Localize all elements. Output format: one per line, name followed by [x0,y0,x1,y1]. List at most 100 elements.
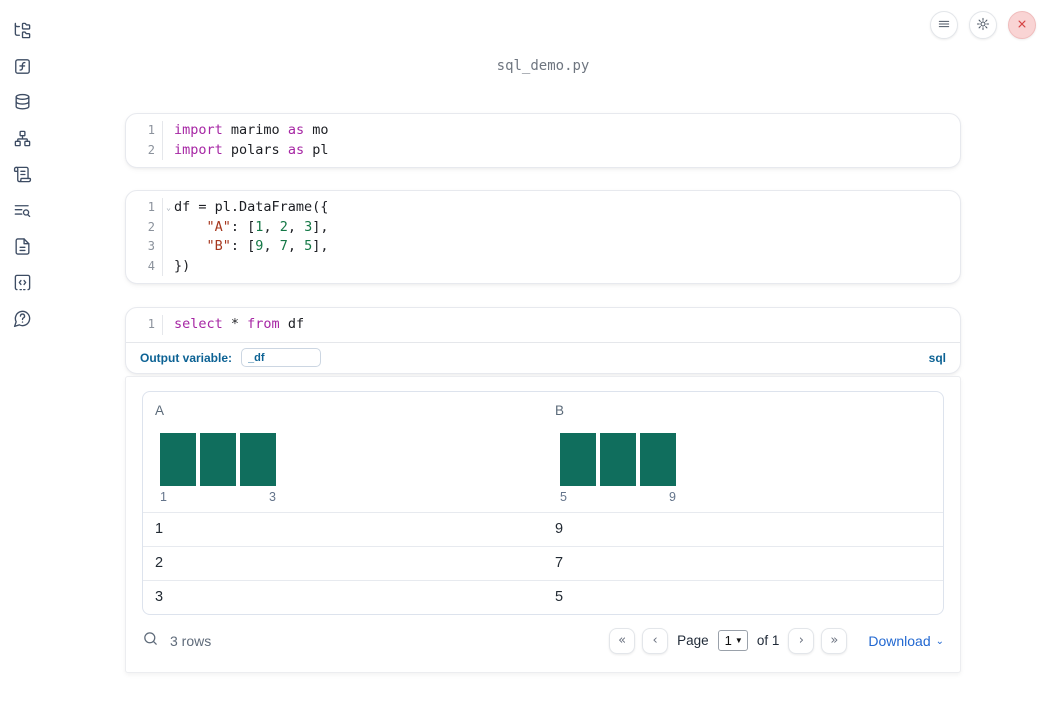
page-select-value: 1 [724,633,732,648]
sidebar-item-documentation[interactable] [4,230,40,266]
help-icon [13,309,32,331]
line-number: 1 [147,123,155,137]
table-row[interactable]: 35 [143,579,943,614]
line-number: 2 [147,142,155,157]
table-cell: 9 [555,520,564,537]
last-page-button[interactable]: » [821,627,848,654]
output-variable-input[interactable] [241,348,322,367]
notebook: sql_demo.py 1 2 import marimo as mo import… [125,0,961,673]
sidebar-item-functions[interactable] [4,50,40,86]
code-line[interactable]: }) [174,257,960,277]
axis-tick-label: 1 [160,489,167,504]
sidebar-item-file-tree[interactable] [4,14,40,50]
database-icon [13,93,32,115]
download-button[interactable]: Download ⌄ [868,633,944,649]
sidebar-item-datasources[interactable] [4,86,40,122]
first-page-button[interactable]: « [609,627,636,654]
histogram-bar [200,432,236,486]
line-number-gutter: 1 ⌄ 2 3 4 [126,198,171,276]
next-page-button[interactable]: › [788,627,815,654]
table-cell: 1 [155,520,164,537]
line-number-gutter: 1 [126,315,163,335]
code-line[interactable]: df = pl.DataFrame({ [174,198,960,218]
row-count-label: 3 rows [170,632,212,649]
table-footer: 3 rows « ‹ Page 1 ▼ of 1 › » Download ⌄ [126,615,960,656]
table-cell: 5 [555,588,564,605]
page-select[interactable]: 1 ▼ [717,630,748,651]
chevron-left-icon: ‹ [652,633,658,648]
line-number: 1 [147,317,155,331]
code-cell-imports: 1 2 import marimo as mo import polars as p… [125,113,961,168]
histogram-axis-labels: 59 [560,490,676,504]
histogram-axis-labels: 13 [160,490,276,504]
sql-cell: 1 select * from df Output variable: sql [125,307,961,374]
language-tag[interactable]: sql [929,351,946,365]
sidebar [0,0,44,338]
code-line[interactable]: import polars as pl [174,141,960,161]
search-icon [142,630,159,652]
column-name[interactable]: B [555,403,931,418]
notebook-filename: sql_demo.py [496,58,590,74]
code-lines[interactable]: select * from df [163,315,960,335]
sidebar-item-help[interactable] [4,302,40,338]
column-histogram[interactable] [160,432,276,486]
column-header: B 59 [543,392,943,512]
sidebar-item-logs[interactable] [4,194,40,230]
line-number: 3 [147,239,155,253]
sidebar-item-snippets[interactable] [4,266,40,302]
shutdown-button[interactable] [1008,11,1036,39]
line-number: 2 [147,219,155,234]
code-lines[interactable]: import marimo as mo import polars as pl [163,121,960,160]
code-snippet-icon [13,273,32,295]
code-editor[interactable]: 1 ⌄ 2 3 4 df = pl.DataFrame({ "A": [1, 2, 3]… [126,191,960,283]
line-number: 1 ⌄ [126,198,171,218]
histogram-bar [640,432,676,486]
sql-options-bar: Output variable: sql [126,341,960,373]
code-line[interactable]: "A": [1, 2, 3], [174,218,960,238]
code-cell-dataframe: 1 ⌄ 2 3 4 df = pl.DataFrame({ "A": [1, 2, 3]… [125,190,961,284]
column-name[interactable]: A [155,403,531,418]
fold-chevron-icon[interactable]: ⌄ [166,198,171,218]
dataframe-table: A13B59 192735 [142,390,944,615]
table-cell: 3 [155,588,164,605]
table-search[interactable]: 3 rows [142,630,211,652]
chevron-right-icon: › [798,633,804,648]
histogram-bar [160,432,196,486]
column-histogram[interactable] [560,432,676,486]
code-lines[interactable]: df = pl.DataFrame({ "A": [1, 2, 3], "B":… [163,198,960,276]
table-header: A 13 B 59 [143,392,943,512]
sidebar-item-dependency-graph[interactable] [4,122,40,158]
chevrons-left-icon: « [618,633,627,648]
file-tree-icon [13,21,32,43]
gear-icon [976,17,990,34]
table-cell: 2 [155,554,164,571]
table-row[interactable]: 19 [143,511,943,546]
code-line[interactable]: select * from df [174,315,960,335]
output-variable-label: Output variable: [140,350,233,365]
previous-page-button[interactable]: ‹ [642,627,669,654]
line-number: 4 [147,258,155,273]
cell-output: A13B59 192735 3 rows « ‹ Page 1 ▼ of 1 ›… [125,375,961,673]
code-line[interactable]: import marimo as mo [174,121,960,141]
close-icon [1015,17,1029,34]
table-row[interactable]: 27 [143,545,943,580]
axis-tick-label: 5 [560,489,567,504]
settings-button[interactable] [969,11,997,39]
table-cell: 7 [555,554,564,571]
pagination: « ‹ Page 1 ▼ of 1 › » Download ⌄ [609,627,944,654]
table-body: 192735 [143,511,943,614]
chevron-down-icon: ▼ [734,636,743,645]
chevrons-right-icon: » [830,633,839,648]
sql-editor[interactable]: 1 select * from df [126,308,960,342]
page-label: Page [677,633,709,648]
code-editor[interactable]: 1 2 import marimo as mo import polars as p… [126,114,960,167]
histogram-bar [560,432,596,486]
histogram-bar [600,432,636,486]
list-search-icon [13,201,32,223]
network-icon [13,129,32,151]
sidebar-item-scratchpad[interactable] [4,158,40,194]
page-total-label: of 1 [756,633,780,648]
scroll-icon [13,165,32,187]
chevron-down-icon: ⌄ [935,636,944,647]
code-line[interactable]: "B": [9, 7, 5], [174,237,960,257]
